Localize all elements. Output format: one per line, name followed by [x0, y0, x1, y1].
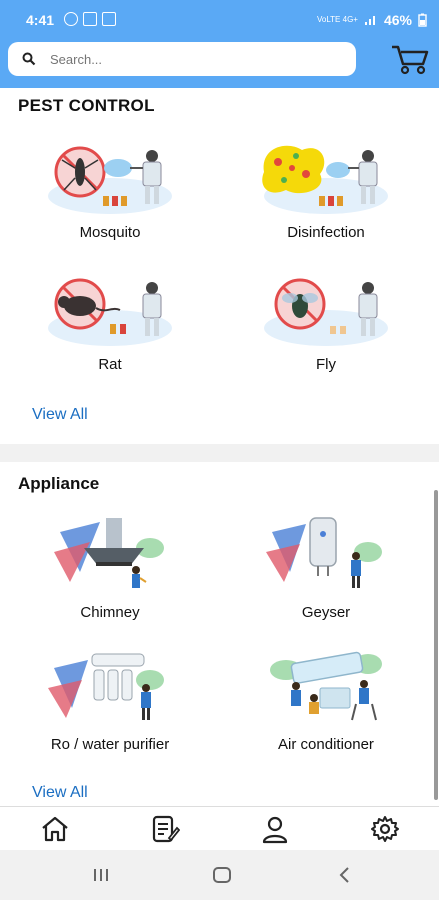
service-label: Mosquito: [79, 224, 141, 241]
service-tile-air-conditioner[interactable]: Air conditioner: [226, 644, 426, 753]
signal-icon: [364, 16, 375, 25]
search-icon: [14, 52, 44, 66]
profile-icon[interactable]: [258, 813, 292, 845]
scrollbar[interactable]: [434, 490, 438, 800]
water-purifier-repair-illustration: [48, 653, 164, 720]
service-label: Ro / water purifier: [50, 736, 170, 753]
view-all-link[interactable]: View All: [32, 784, 88, 802]
view-all-link[interactable]: View All: [32, 406, 88, 424]
ac-repair-illustration: [270, 651, 382, 721]
fly-spray-illustration: [264, 278, 388, 346]
service-tile-geyser[interactable]: Geyser: [226, 512, 426, 621]
lock-icon: [102, 12, 116, 26]
pest-control-section: PEST CONTROL Mosquito Disinfection Rat F…: [0, 88, 439, 444]
disinfection-spray-illustration: [262, 145, 388, 214]
status-right-icons: VoLTE 4G+ 46%: [317, 12, 427, 28]
service-tile-rat[interactable]: Rat: [10, 270, 210, 373]
search-input[interactable]: [50, 51, 330, 67]
battery-level: 46%: [383, 12, 412, 28]
appliance-section: Appliance Chimney Geyser Ro / water puri…: [0, 462, 439, 806]
status-time: 4:41: [26, 12, 55, 28]
mosquito-spray-illustration: [48, 146, 172, 214]
service-label: Rat: [98, 356, 122, 373]
battery-icon: [418, 13, 427, 27]
service-tile-mosquito[interactable]: Mosquito: [10, 138, 210, 241]
status-notification-icons: [64, 12, 116, 26]
bottom-nav: [0, 806, 439, 850]
cart-icon[interactable]: [390, 42, 430, 78]
network-label: VoLTE 4G+: [316, 15, 358, 24]
recent-apps-icon[interactable]: [86, 864, 116, 886]
status-bar: 4:41 VoLTE 4G+ 46%: [0, 0, 439, 40]
gallery-icon: [83, 12, 97, 26]
back-icon[interactable]: [330, 864, 360, 886]
orders-icon[interactable]: [148, 813, 182, 845]
system-nav-bar: [0, 850, 439, 900]
notification-icon: [64, 12, 78, 26]
home-icon[interactable]: [38, 813, 72, 845]
service-tile-fly[interactable]: Fly: [226, 270, 426, 373]
section-title: Appliance: [18, 474, 100, 493]
service-label: Disinfection: [287, 224, 365, 241]
service-tile-chimney[interactable]: Chimney: [10, 512, 210, 621]
service-label: Air conditioner: [278, 736, 374, 753]
app-header: 4:41 VoLTE 4G+ 46%: [0, 0, 439, 88]
service-label: Geyser: [301, 604, 351, 621]
chimney-repair-illustration: [54, 518, 164, 588]
service-tile-water-purifier[interactable]: Ro / water purifier: [10, 644, 210, 753]
home-button-icon[interactable]: [207, 864, 237, 886]
search-bar[interactable]: [8, 42, 356, 76]
section-title: PEST CONTROL: [18, 96, 155, 115]
service-tile-disinfection[interactable]: Disinfection: [226, 138, 426, 241]
service-label: Fly: [316, 356, 336, 373]
settings-icon[interactable]: [368, 813, 402, 845]
service-label: Chimney: [80, 604, 140, 621]
rat-spray-illustration: [48, 278, 172, 346]
geyser-repair-illustration: [266, 517, 382, 588]
